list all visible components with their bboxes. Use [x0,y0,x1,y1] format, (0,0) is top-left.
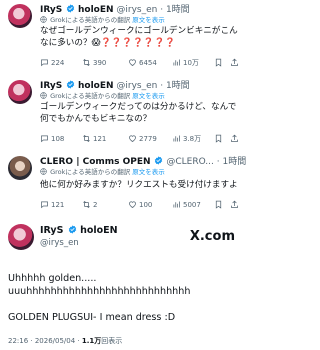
tweet-header: IRyS holoEN @irys_en · 1時間 [40,4,190,16]
translation-note: Grokによる英語からの翻訳 原文を表示 [40,16,165,25]
verified-badge-icon [155,156,163,165]
bookmark-button[interactable] [214,58,225,68]
display-name-suffix: holoEN [77,81,114,91]
heart-icon [129,59,136,66]
display-name-suffix: holoEN [77,5,114,15]
bookmark-icon [215,134,222,143]
main-handle[interactable]: @irys_en [40,238,79,249]
globe-icon [40,168,47,175]
views-icon [173,59,180,66]
display-name[interactable]: IRyS [40,5,62,15]
views-icon [173,135,180,142]
tweet-text: 他に何か好みますか？リクエストも受け付けますよ [40,180,238,190]
handle-and-time: @CLERO... · 1時間 [166,157,247,167]
reply-button[interactable]: 121 [40,200,64,210]
reply-icon [41,135,48,143]
share-button[interactable] [230,58,241,68]
tweet-actions: 108 121 2779 3.8万 [40,134,240,144]
retweet-button[interactable]: 2 [82,200,97,210]
heart-icon [129,135,136,142]
share-icon [231,134,238,142]
display-name[interactable]: IRyS [40,81,62,91]
tweet-text: ゴールデンウィークだってのは分かるけど、なんで何でもかんでもビキニなの？ [40,102,237,124]
tweet-timestamp[interactable]: 22:16 · 2026/05/04 · [8,337,82,345]
verified-badge-icon [68,225,76,234]
translation-note: Grokによる英語からの翻訳 原文を表示 [40,92,165,101]
main-tweet: IRyS holoEN @irys_en X.com Uhhhhh golden… [0,220,243,350]
tweet-meta: 22:16 · 2026/05/04 · 1.1万回表示 [8,336,122,346]
show-original-link[interactable]: 原文を表示 [132,92,165,100]
handle-and-time: @irys_en · 1時間 [116,81,190,91]
like-button[interactable]: 2779 [128,134,157,144]
reply-icon [41,201,48,209]
avatar[interactable] [8,156,32,180]
main-tweet-text: Uhhhhh golden..... uuuhhhhhhhhhhhhhhhhhh… [8,273,191,323]
views-button[interactable]: 5007 [172,200,201,210]
tweet-actions: 121 2 100 5007 [40,200,240,210]
bookmark-button[interactable] [214,134,225,144]
like-button[interactable]: 6454 [128,58,157,68]
bookmark-icon [215,200,222,209]
reply-button[interactable]: 108 [40,134,64,144]
share-icon [231,200,238,208]
share-icon [231,58,238,66]
share-button[interactable] [230,200,241,210]
reply-button[interactable]: 224 [40,58,64,68]
retweet-icon [83,58,90,67]
view-count: 1.1万 [81,337,102,345]
tweet-text: なぜゴールデンウィークにゴールデンビキニがこんなに多いの？😱❓❓❓❓❓❓❓ [40,26,238,48]
verified-badge-icon [66,4,75,13]
tweet-header: CLERO | Comms OPEN @CLERO... · 1時間 [40,156,246,168]
globe-icon [40,16,47,23]
bookmark-button[interactable] [214,200,225,210]
avatar[interactable] [8,224,34,250]
handle-and-time: @irys_en · 1時間 [116,5,190,15]
tweet-header: IRyS holoEN @irys_en · 1時間 [40,80,190,92]
globe-icon [40,92,47,99]
show-original-link[interactable]: 原文を表示 [132,168,165,176]
retweet-icon [83,134,90,143]
views-button[interactable]: 10万 [172,58,199,68]
x-logo: X.com [189,229,235,244]
views-icon [173,201,180,208]
display-name[interactable]: CLERO | Comms OPEN [40,157,151,167]
translation-note: Grokによる英語からの翻訳 原文を表示 [40,168,165,177]
avatar[interactable] [8,4,32,28]
verified-badge-icon [66,80,75,89]
avatar[interactable] [8,80,32,104]
retweet-icon [83,200,90,209]
bookmark-icon [215,58,222,67]
tweet-actions: 224 390 6454 10万 [40,58,240,68]
like-button[interactable]: 100 [128,200,152,210]
reply-icon [41,59,48,67]
heart-icon [129,201,136,208]
retweet-button[interactable]: 390 [82,58,106,68]
retweet-button[interactable]: 121 [82,134,106,144]
main-display-name[interactable]: IRyS holoEN [40,225,118,237]
show-original-link[interactable]: 原文を表示 [132,16,165,24]
share-button[interactable] [230,134,241,144]
views-button[interactable]: 3.8万 [172,134,201,144]
views-label: 回表示 [101,337,123,345]
